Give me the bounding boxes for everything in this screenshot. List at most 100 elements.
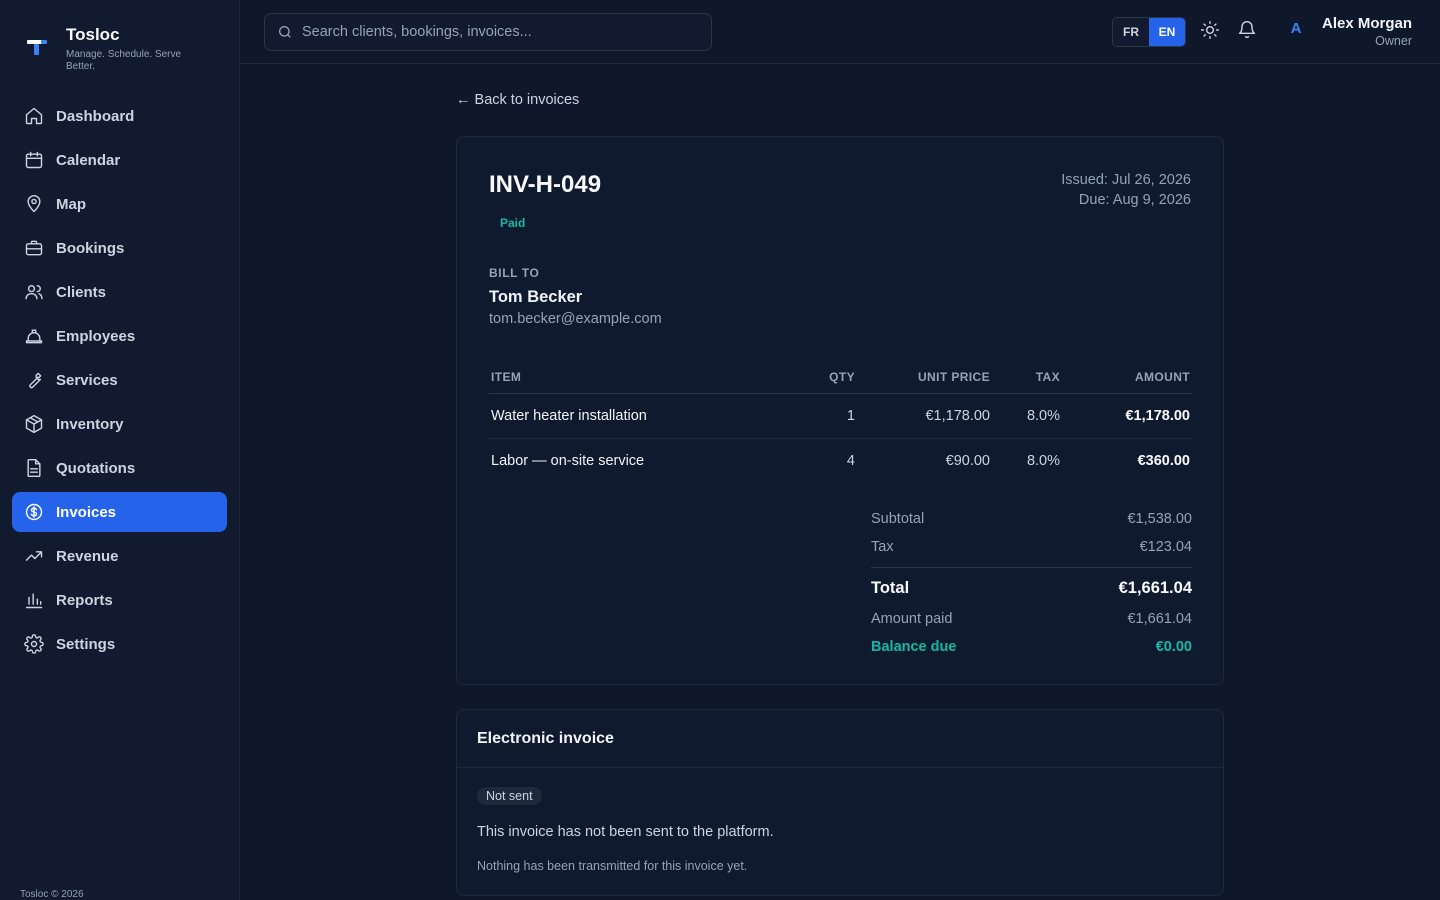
map-pin-icon [27, 194, 41, 213]
hard-hat-icon [25, 329, 43, 344]
einvoice-status-badge: Not sent [477, 787, 542, 805]
sidebar-item-dashboard[interactable]: Dashboard [12, 96, 227, 136]
column-header-item: ITEM [489, 361, 789, 394]
item-qty: 1 [789, 393, 857, 439]
client-email: tom.becker@example.com [489, 311, 662, 327]
dollar-circle-icon [25, 503, 43, 521]
users-icon [25, 285, 43, 300]
sidebar-item-quotations[interactable]: Quotations [12, 448, 227, 488]
brand-tagline: Manage. Schedule. Serve Better. [66, 49, 182, 72]
totals-summary: Subtotal €1,538.00 Tax €123.04 Total €1,… [871, 505, 1192, 661]
item-qty: 4 [846, 452, 855, 469]
column-header-tax: TAX [992, 361, 1062, 394]
invoice-number: INV-H-049 [489, 171, 602, 198]
theme-toggle-button[interactable] [1200, 20, 1222, 42]
sidebar-nav: Dashboard Calendar Map Bookings Clients … [12, 96, 227, 668]
table-header-row: ITEM QTY UNIT PRICE TAX AMOUNT [489, 361, 1192, 394]
sidebar-item-reports[interactable]: Reports [12, 580, 227, 620]
bar-chart-icon [25, 593, 43, 609]
lang-en-button[interactable]: EN [1149, 18, 1185, 46]
total-label: Total [871, 579, 910, 597]
sidebar-item-label: Quotations [56, 459, 136, 477]
sidebar-item-label: Dashboard [56, 107, 135, 125]
amount-paid-value: €1,661.04 [1127, 611, 1192, 627]
status-badge: Paid [500, 216, 526, 230]
back-to-invoices-link[interactable]: ← Back to invoices [456, 92, 579, 108]
sidebar-item-employees[interactable]: Employees [12, 316, 227, 356]
sidebar-item-label: Invoices [56, 503, 117, 521]
sidebar-item-services[interactable]: Services [12, 360, 227, 400]
briefcase-icon [25, 240, 43, 256]
electronic-invoice-title: Electronic invoice [457, 710, 1223, 768]
user-menu[interactable]: Alex Morgan Owner [1322, 15, 1412, 49]
sidebar-item-label: Inventory [56, 415, 124, 433]
sidebar-item-label: Calendar [56, 151, 121, 169]
notifications-button[interactable] [1237, 20, 1259, 42]
top-bar: FR EN A Alex Morgan Owner [240, 0, 1440, 64]
table-row: Labor — on-site service 4 €90.00 8.0% €3… [489, 438, 1192, 483]
einvoice-message: This invoice has not been sent to the pl… [477, 824, 774, 840]
sidebar-footer: Tosloc © 2026 [20, 889, 84, 900]
balance-due-row: Balance due €0.00 [871, 633, 1192, 661]
subtotal-label: Subtotal [871, 511, 925, 527]
search-input[interactable] [302, 24, 702, 40]
electronic-invoice-card: Electronic invoice Not sent This invoice… [456, 709, 1224, 896]
client-name: Tom Becker [489, 288, 583, 306]
item-unit-price: €90.00 [945, 452, 990, 469]
sidebar-item-settings[interactable]: Settings [12, 624, 227, 664]
sidebar: Tosloc Manage. Schedule. Serve Better. D… [0, 0, 240, 900]
sidebar-item-revenue[interactable]: Revenue [12, 536, 227, 576]
brand-logo-icon [27, 40, 47, 55]
package-icon [25, 414, 43, 434]
brand-name: Tosloc [66, 25, 120, 44]
issued-date: Issued: Jul 26, 2026 [1061, 172, 1191, 188]
sidebar-item-label: Bookings [56, 239, 125, 257]
sidebar-item-bookings[interactable]: Bookings [12, 228, 227, 268]
balance-due-value: €0.00 [1155, 639, 1192, 655]
sidebar-item-label: Services [56, 371, 118, 389]
sidebar-item-inventory[interactable]: Inventory [12, 404, 227, 444]
sidebar-item-label: Clients [56, 283, 107, 301]
sidebar-item-label: Reports [56, 591, 113, 609]
column-header-qty: QTY [789, 361, 857, 394]
home-icon [25, 107, 43, 125]
wrench-icon [29, 372, 42, 389]
item-amount: €360.00 [1137, 452, 1190, 469]
bell-icon [1238, 21, 1256, 39]
total-value: €1,661.04 [1118, 579, 1192, 597]
tax-label: Tax [871, 539, 894, 555]
language-switcher: FR EN [1112, 17, 1186, 47]
user-name: Alex Morgan [1321, 15, 1412, 32]
invoice-card: INV-H-049 Paid Issued: Jul 26, 2026 Due:… [456, 136, 1224, 685]
avatar[interactable]: A [1286, 20, 1306, 37]
item-name: Water heater installation [489, 393, 789, 439]
item-tax: 8.0% [992, 393, 1062, 439]
invoice-dates: Issued: Jul 26, 2026 Due: Aug 9, 2026 [1061, 170, 1191, 210]
item-tax: 8.0% [1026, 452, 1060, 469]
column-header-amount: AMOUNT [1062, 361, 1192, 394]
search-box[interactable] [264, 13, 712, 51]
einvoice-note: Nothing has been transmitted for this in… [477, 859, 748, 873]
sidebar-item-calendar[interactable]: Calendar [12, 140, 227, 180]
tax-row: Tax €123.04 [871, 533, 1192, 561]
sun-icon [1200, 20, 1220, 40]
brand[interactable]: Tosloc Manage. Schedule. Serve Better. [24, 24, 206, 73]
sidebar-item-label: Settings [56, 635, 116, 653]
sidebar-item-label: Map [56, 195, 86, 213]
sidebar-item-label: Revenue [56, 547, 119, 565]
item-amount: €1,178.00 [1062, 393, 1192, 439]
sidebar-item-label: Employees [56, 327, 136, 345]
due-date: Due: Aug 9, 2026 [1078, 192, 1191, 208]
amount-paid-label: Amount paid [871, 611, 953, 627]
tax-value: €123.04 [1139, 539, 1192, 555]
bill-to-label: BILL TO [489, 266, 540, 280]
item-name: Labor — on-site service [491, 452, 645, 469]
sidebar-item-invoices[interactable]: Invoices [12, 492, 227, 532]
gear-icon [24, 634, 44, 654]
sidebar-item-map[interactable]: Map [12, 184, 227, 224]
trending-up-icon [25, 551, 43, 561]
user-role: Owner [1375, 34, 1412, 48]
file-text-icon [27, 458, 41, 478]
lang-fr-button[interactable]: FR [1113, 18, 1149, 46]
sidebar-item-clients[interactable]: Clients [12, 272, 227, 312]
